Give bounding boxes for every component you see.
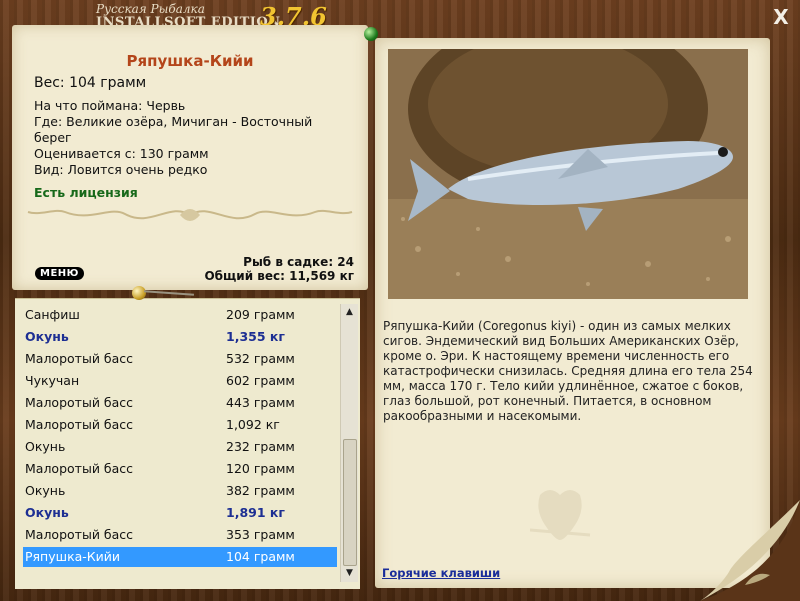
list-item[interactable]: Окунь 1,355 кг xyxy=(25,327,345,347)
page-curl-icon xyxy=(700,500,800,601)
keepnet-total-weight: Общий вес: 11,569 кг xyxy=(204,269,354,283)
list-item-weight: 382 грамм xyxy=(226,483,295,498)
fish-rarity: Вид: Ловится очень редко xyxy=(34,162,208,177)
list-item[interactable]: Санфиш 209 грамм xyxy=(25,305,345,325)
list-item[interactable]: Малоротый басс 443 грамм xyxy=(25,393,345,413)
list-item-weight: 104 грамм xyxy=(226,549,295,564)
hotkeys-link[interactable]: Горячие клавиши xyxy=(382,566,500,580)
list-item-weight: 232 грамм xyxy=(226,439,295,454)
gold-pin-icon xyxy=(132,286,146,300)
list-item-name: Малоротый басс xyxy=(25,417,134,432)
list-item-name: Малоротый басс xyxy=(25,527,134,542)
list-item[interactable]: Окунь 232 грамм xyxy=(25,437,345,457)
list-item-name: Окунь xyxy=(25,505,69,520)
close-button[interactable]: X xyxy=(770,6,792,28)
list-item[interactable]: Окунь 382 грамм xyxy=(25,481,345,501)
list-item-name: Малоротый басс xyxy=(25,395,134,410)
list-item-name: Ряпушка-Кийи xyxy=(25,549,121,564)
list-item-name: Окунь xyxy=(25,329,69,344)
list-item[interactable]: Малоротый басс 120 грамм xyxy=(25,459,345,479)
fish-description: Ряпушка-Кийи (Coregonus kiyi) - один из … xyxy=(383,319,753,423)
fish-valued-from: Оценивается с: 130 грамм xyxy=(34,146,209,161)
list-item-name: Окунь xyxy=(25,439,66,454)
list-item-weight: 1,092 кг xyxy=(226,417,280,432)
fish-location: Где: Великие озёра, Мичиган - Восточный … xyxy=(34,114,313,145)
menu-button[interactable]: МЕНЮ xyxy=(35,267,84,280)
list-item-name: Малоротый басс xyxy=(25,351,134,366)
watermark-logo-icon xyxy=(530,490,591,540)
list-item[interactable]: Окунь 1,891 кг xyxy=(25,503,345,523)
scroll-up-arrow-icon[interactable]: ▲ xyxy=(341,304,358,321)
list-item-weight: 209 грамм xyxy=(226,307,295,322)
catch-list: Санфиш 209 грамм Окунь 1,355 кг Малоротый ба… xyxy=(15,298,360,589)
list-item[interactable]: Малоротый басс 532 грамм xyxy=(25,349,345,369)
fish-title: Ряпушка-Кийи xyxy=(126,52,254,70)
list-item-weight: 120 грамм xyxy=(226,461,295,476)
scroll-down-arrow-icon[interactable]: ▼ xyxy=(341,565,358,582)
list-item[interactable]: Ряпушка-Кийи 104 грамм xyxy=(23,547,337,567)
list-item[interactable]: Малоротый басс 1,092 кг xyxy=(25,415,345,435)
list-item-name: Малоротый басс xyxy=(25,461,134,476)
list-item-name: Санфиш xyxy=(25,307,80,322)
list-item-weight: 602 грамм xyxy=(226,373,295,388)
list-item-weight: 443 грамм xyxy=(226,395,295,410)
list-item-name: Окунь xyxy=(25,483,66,498)
catch-list-scrollbar[interactable]: ▲ ▼ xyxy=(340,304,358,582)
list-item-weight: 532 грамм xyxy=(226,351,295,366)
list-item-name: Чукучан xyxy=(25,373,80,388)
fish-weight: Вес: 104 грамм xyxy=(34,75,147,91)
scrollbar-thumb[interactable] xyxy=(343,439,357,566)
list-item[interactable]: Малоротый басс 353 грамм xyxy=(25,525,345,545)
keepnet-count: Рыб в садке: 24 xyxy=(243,255,354,269)
license-status: Есть лицензия xyxy=(34,185,138,200)
ornament-divider-icon xyxy=(27,209,353,221)
list-item-weight: 353 грамм xyxy=(226,527,295,542)
fish-bait: На что поймана: Червь xyxy=(34,98,186,113)
list-item-weight: 1,355 кг xyxy=(226,329,285,344)
list-item-weight: 1,891 кг xyxy=(226,505,285,520)
list-item[interactable]: Чукучан 602 грамм xyxy=(25,371,345,391)
fish-photo xyxy=(388,49,748,299)
